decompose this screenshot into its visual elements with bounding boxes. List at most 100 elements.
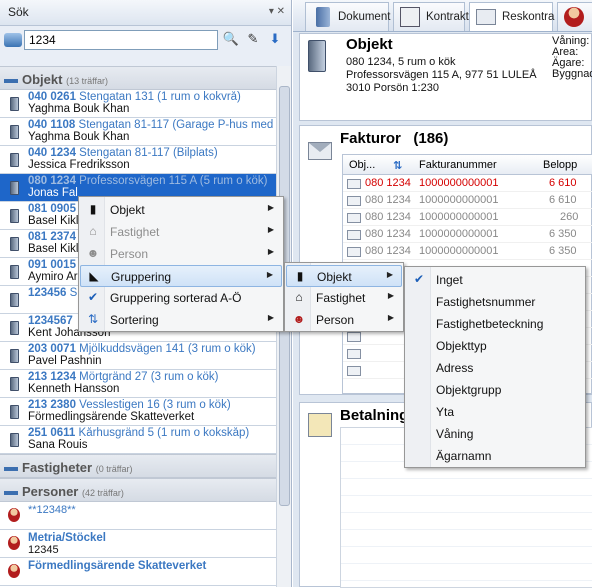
envelope-icon: [347, 179, 361, 189]
menu-item-adress[interactable]: Adress: [406, 357, 584, 379]
panel-controls[interactable]: ▾ ✕: [269, 6, 285, 17]
group-count: (0 träffar): [95, 464, 133, 474]
person-item[interactable]: Metria/Stöckel 12345: [0, 530, 276, 558]
building-icon: [10, 265, 19, 279]
submenu-arrow-icon: ▶: [267, 313, 274, 322]
house-icon: ⌂: [89, 224, 97, 238]
document-icon: [316, 7, 330, 27]
table-row[interactable]: 080 1234 1000000000001 6 610: [343, 175, 592, 192]
menu-item-fastighetbeteckning[interactable]: Fastighetbeteckning: [406, 313, 584, 335]
person-icon: [8, 508, 20, 522]
person-icon: [8, 536, 20, 550]
menu-item-fastighet[interactable]: ⌂ Fastighet ▶: [286, 287, 402, 309]
building-icon: ▮: [89, 202, 97, 216]
tab-kontrakt[interactable]: Kontrakt: [393, 2, 469, 31]
menu-item-sortering[interactable]: ⇅ Sortering ▶: [80, 309, 282, 331]
search-icon[interactable]: 🔍: [222, 31, 240, 49]
collapse-icon[interactable]: [4, 78, 18, 83]
check-icon: ✔: [87, 290, 99, 304]
col-fakturanummer[interactable]: Fakturanummer: [419, 159, 497, 171]
objekt-info: 080 1234, 5 rum o kök Professorsvägen 11…: [346, 56, 537, 94]
list-item[interactable]: 213 1234 Mörtgränd 27 (3 rum o kök) Kenne…: [0, 370, 276, 398]
building-icon: [10, 125, 19, 139]
menu-item-gruppering-sorterad[interactable]: ✔ Gruppering sorterad A-Ö: [80, 287, 282, 309]
person-icon: [564, 7, 584, 27]
group-header-fastigheter[interactable]: Fastigheter (0 träffar): [0, 454, 276, 478]
sort-icon[interactable]: ⇅: [393, 159, 402, 172]
menu-item-inget[interactable]: ✔ Inget: [406, 269, 584, 291]
envelope-icon: [347, 349, 361, 359]
submenu-arrow-icon: ▶: [266, 270, 273, 279]
submenu-arrow-icon: ▶: [267, 247, 274, 256]
tab-bar: Dokument Kontrakt Reskontra: [293, 0, 592, 32]
group-count: (42 träffar): [82, 488, 124, 498]
col-obj[interactable]: Obj...: [349, 159, 375, 171]
objekt-title: Objekt: [346, 36, 393, 53]
tab-reskontra[interactable]: Reskontra: [469, 2, 554, 31]
building-icon: [308, 40, 326, 72]
menu-item-gruppering[interactable]: ◣ Gruppering ▶: [80, 265, 282, 287]
building-icon: [10, 153, 19, 167]
table-row[interactable]: 080 1234 1000000000001 6 350: [343, 226, 592, 243]
group-header-personer[interactable]: Personer (42 träffar): [0, 478, 276, 502]
menu-item-objekt[interactable]: ▮ Objekt ▶: [80, 199, 282, 221]
col-belopp[interactable]: Belopp: [543, 159, 577, 171]
building-icon: [10, 405, 19, 419]
menu-item-objektgrupp[interactable]: Objektgrupp: [406, 379, 584, 401]
tab-person[interactable]: [557, 2, 592, 31]
table-row[interactable]: 080 1234 1000000000001 260: [343, 209, 592, 226]
list-item[interactable]: 213 2380 Vesslestigen 16 (3 rum o kök) Fö…: [0, 398, 276, 426]
check-icon: ✔: [413, 272, 425, 286]
tab-dokument[interactable]: Dokument: [305, 2, 390, 31]
contract-icon: [400, 7, 420, 27]
search-type-icon[interactable]: [4, 33, 22, 47]
building-icon: [10, 349, 19, 363]
sort-icon: ⇅: [87, 312, 99, 326]
list-item[interactable]: 040 1234 Stengatan 81-117 (Bilplats) Jess…: [0, 146, 276, 174]
table-row[interactable]: 080 1234 1000000000001 6 350: [343, 243, 592, 260]
menu-item-fastighetsnummer[interactable]: Fastighetsnummer: [406, 291, 584, 313]
person-item[interactable]: Förmedlingsärende Skatteverket: [0, 558, 276, 586]
arrow-down-icon[interactable]: ⬇: [266, 31, 284, 49]
building-icon: [10, 293, 19, 307]
building-icon: [10, 209, 19, 223]
fakturor-title: Fakturor (186): [340, 130, 449, 147]
envelope-icon: [347, 247, 361, 257]
menu-item-yta[interactable]: Yta: [406, 401, 584, 423]
collapse-icon[interactable]: [4, 490, 18, 495]
person-item[interactable]: **12348**: [0, 502, 276, 530]
menu-item-person[interactable]: ☻ Person ▶: [286, 309, 402, 331]
list-item[interactable]: 203 0071 Mjölkuddsvägen 141 (3 rum o kök…: [0, 342, 276, 370]
menu-item-agarnamn[interactable]: Ägarnamn: [406, 445, 584, 467]
group-header-objekt[interactable]: Objekt (13 träffar): [0, 66, 276, 90]
envelope-icon: [347, 332, 361, 342]
building-icon: [10, 321, 19, 335]
objekt-panel: Objekt 080 1234, 5 rum o kök Professorsv…: [299, 33, 592, 121]
table-header: Obj... ⇅ Fakturanummer Belopp: [343, 155, 592, 175]
building-icon: [10, 377, 19, 391]
list-item[interactable]: 251 0611 Kårhusgränd 5 (1 rum o kokskåp)…: [0, 426, 276, 454]
person-icon: ☻: [292, 312, 306, 326]
list-item[interactable]: 040 1108 Stengatan 81-117 (Garage P-hus …: [0, 118, 276, 146]
search-panel-header: Sök ▾ ✕: [0, 0, 291, 26]
envelope-icon: [347, 230, 361, 240]
collapse-icon[interactable]: [4, 466, 18, 471]
person-icon: [8, 564, 20, 578]
envelope-icon: [308, 142, 332, 160]
objekt-grouping-submenu: ✔ Inget Fastighetsnummer Fastighetbeteckn…: [404, 266, 586, 468]
search-input[interactable]: [24, 30, 218, 50]
menu-item-objekt[interactable]: ▮ Objekt ▶: [286, 265, 402, 287]
submenu-arrow-icon: ▶: [267, 225, 274, 234]
person-icon: ☻: [86, 246, 100, 260]
clear-icon[interactable]: ✎: [244, 31, 262, 49]
menu-item-objekttyp[interactable]: Objekttyp: [406, 335, 584, 357]
building-icon: [10, 181, 19, 195]
table-row[interactable]: 080 1234 1000000000001 6 610: [343, 192, 592, 209]
submenu-arrow-icon: ▶: [386, 270, 393, 279]
menu-item-vaning[interactable]: Våning: [406, 423, 584, 445]
submenu-arrow-icon: ▶: [267, 203, 274, 212]
list-item[interactable]: 040 0261 Stengatan 131 (1 rum o kokvrå) Y…: [0, 90, 276, 118]
menu-item-person[interactable]: ☻ Person ▶: [80, 243, 282, 265]
building-icon: [10, 97, 19, 111]
menu-item-fastighet[interactable]: ⌂ Fastighet ▶: [80, 221, 282, 243]
